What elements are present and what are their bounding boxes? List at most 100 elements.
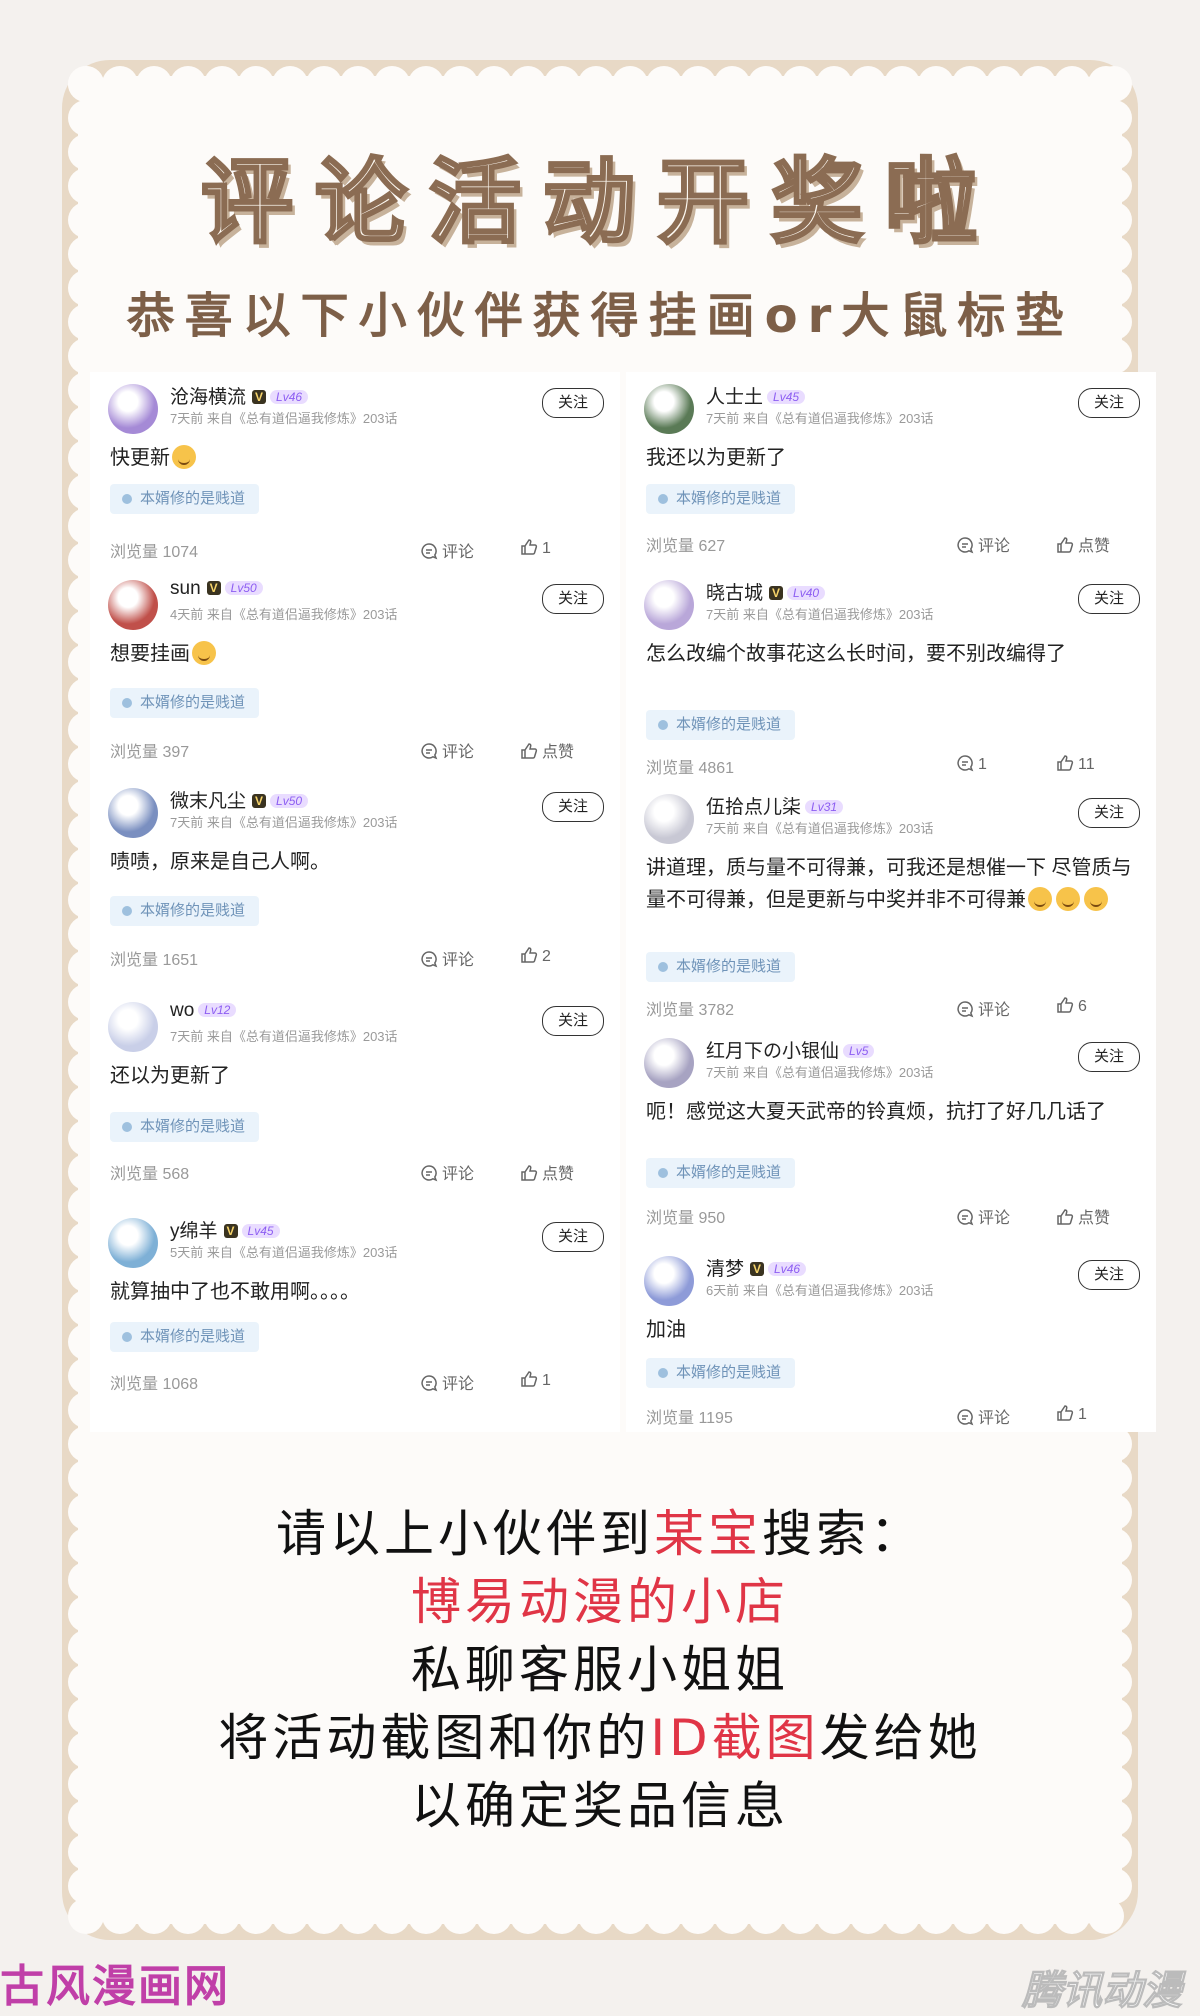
comment-card: y绵羊 V Lv45 5天前 来自《总有道侣逼我修炼》203话 关注 就算抽中了也不敢用啊… [90, 1206, 620, 1432]
watermark-left: 古风漫画网 [0, 1961, 230, 2012]
follow-button[interactable]: 关注 [1078, 1042, 1140, 1072]
topic-tag[interactable]: 本婿修的是贱道 [110, 1322, 260, 1352]
avatar[interactable] [644, 580, 694, 630]
level-badge: Lv50 [270, 794, 309, 808]
follow-button[interactable]: 关注 [542, 584, 604, 614]
like-button[interactable]: 1 [520, 1370, 551, 1390]
comment-button[interactable]: 评论 [420, 946, 474, 970]
avatar[interactable] [644, 794, 694, 844]
like-count: 点赞 [542, 744, 575, 761]
post-meta: 7天前 来自《总有道侣逼我修炼》203话 [170, 1029, 398, 1044]
username[interactable]: 沧海横流 V Lv46 [170, 382, 309, 409]
emoji-icon [1028, 887, 1052, 911]
topic-tag[interactable]: 本婿修的是贱道 [646, 710, 796, 740]
like-count: 点赞 [1078, 538, 1111, 555]
follow-button[interactable]: 关注 [542, 792, 604, 822]
thumbs-up-icon [521, 539, 538, 555]
follow-button[interactable]: 关注 [542, 388, 604, 418]
username-text: sun [170, 578, 201, 599]
topic-tag[interactable]: 本婿修的是贱道 [646, 1358, 796, 1388]
comment-count: 评论 [442, 952, 475, 969]
follow-button[interactable]: 关注 [1078, 388, 1140, 418]
avatar[interactable] [644, 1256, 694, 1306]
comment-icon [421, 951, 438, 968]
topic-tag[interactable]: 本婿修的是贱道 [646, 952, 796, 982]
username[interactable]: 清梦 V Lv46 [706, 1254, 807, 1281]
like-button[interactable]: 11 [1056, 754, 1095, 774]
like-button[interactable]: 6 [1056, 996, 1087, 1016]
comment-button[interactable]: 评论 [956, 1204, 1010, 1228]
comment-button[interactable]: 1 [956, 754, 987, 774]
instruction-line-1: 请以上小伙伴到某宝搜索： [0, 1500, 1200, 1568]
thumbs-up-icon [1057, 755, 1074, 771]
comment-text: 呃！感觉这大夏天武帝的铃真烦，抗打了好几几话了 [646, 1101, 1106, 1123]
comment-text: 还以为更新了 [110, 1065, 230, 1087]
comment-button[interactable]: 评论 [956, 1404, 1010, 1428]
username[interactable]: 微末凡尘 V Lv50 [170, 786, 309, 813]
follow-button[interactable]: 关注 [1078, 1260, 1140, 1290]
username[interactable]: 伍拾点儿柒 Lv31 [706, 792, 844, 819]
like-button[interactable]: 2 [520, 946, 551, 966]
comment-text: 我还以为更新了 [646, 447, 786, 469]
view-count: 浏览量 1068 [110, 1376, 199, 1393]
avatar[interactable] [108, 1218, 158, 1268]
right-comment-list: 人士土 Lv45 7天前 来自《总有道侣逼我修炼》203话 关注 我还以为更新了 本婿修的… [626, 372, 1156, 1432]
post-meta: 7天前 来自《总有道侣逼我修炼》203话 [706, 607, 934, 622]
username[interactable]: sun V Lv50 [170, 578, 263, 600]
comment-button[interactable]: 评论 [420, 1370, 474, 1394]
comment-button[interactable]: 评论 [420, 738, 474, 762]
like-button[interactable]: 点赞 [520, 738, 574, 762]
topic-tag[interactable]: 本婿修的是贱道 [110, 688, 260, 718]
instruction-text: 搜索： [762, 1505, 924, 1563]
follow-button[interactable]: 关注 [542, 1006, 604, 1036]
view-count: 浏览量 4861 [646, 760, 735, 777]
thumbs-up-icon [1057, 1209, 1074, 1225]
username[interactable]: 红月下の小银仙 Lv5 [706, 1036, 875, 1063]
like-button[interactable]: 点赞 [1056, 532, 1110, 556]
comment-text: 加油 [646, 1319, 686, 1341]
username-text: 人士土 [706, 387, 764, 408]
follow-button[interactable]: 关注 [1078, 798, 1140, 828]
topic-tag[interactable]: 本婿修的是贱道 [110, 484, 260, 514]
avatar[interactable] [108, 384, 158, 434]
view-count: 浏览量 627 [646, 538, 726, 555]
topic-tag[interactable]: 本婿修的是贱道 [646, 1158, 796, 1188]
topic-tag[interactable]: 本婿修的是贱道 [110, 896, 260, 926]
comment-icon [957, 1409, 974, 1426]
avatar[interactable] [108, 580, 158, 630]
username[interactable]: 人士土 Lv45 [706, 382, 806, 409]
like-button[interactable]: 点赞 [1056, 1204, 1110, 1228]
comment-button[interactable]: 评论 [956, 532, 1010, 556]
comment-button[interactable]: 评论 [420, 1160, 474, 1184]
follow-button[interactable]: 关注 [542, 1222, 604, 1252]
comment-icon [957, 1209, 974, 1226]
avatar[interactable] [644, 1038, 694, 1088]
comment-button[interactable]: 评论 [956, 996, 1010, 1020]
view-count: 浏览量 397 [110, 744, 190, 761]
avatar[interactable] [108, 1002, 158, 1052]
comment-button[interactable]: 评论 [420, 538, 474, 562]
follow-button[interactable]: 关注 [1078, 584, 1140, 614]
like-count: 1 [542, 540, 551, 557]
avatar[interactable] [644, 384, 694, 434]
comment-card: 清梦 V Lv46 6天前 来自《总有道侣逼我修炼》203话 关注 加油 本婿修的是贱道 浏览… [626, 1244, 1156, 1432]
comment-text: 怎么改编个故事花这么长时间，要不别改编得了 [646, 643, 1066, 665]
avatar[interactable] [108, 788, 158, 838]
vip-badge: V [750, 1262, 765, 1276]
instruction-line-2: 博易动漫的小店 [0, 1568, 1200, 1636]
shop-platform: 某宝 [654, 1505, 762, 1563]
username[interactable]: y绵羊 V Lv45 [170, 1216, 280, 1243]
view-count: 浏览量 1651 [110, 952, 199, 969]
username[interactable]: wo Lv12 [170, 1000, 237, 1022]
like-button[interactable]: 1 [520, 538, 551, 558]
thumbs-up-icon [521, 947, 538, 963]
comment-card: 晓古城 V Lv40 7天前 来自《总有道侣逼我修炼》203话 关注怎么改编个故事花这么… [626, 568, 1156, 782]
instruction-line-3: 私聊客服小姐姐 [411, 1641, 789, 1699]
like-button[interactable]: 1 [1056, 1404, 1087, 1424]
topic-tag[interactable]: 本婿修的是贱道 [646, 484, 796, 514]
like-button[interactable]: 点赞 [520, 1160, 574, 1184]
comment-count: 评论 [442, 744, 475, 761]
username[interactable]: 晓古城 V Lv40 [706, 578, 826, 605]
topic-tag[interactable]: 本婿修的是贱道 [110, 1112, 260, 1142]
comment-count: 评论 [978, 538, 1011, 555]
